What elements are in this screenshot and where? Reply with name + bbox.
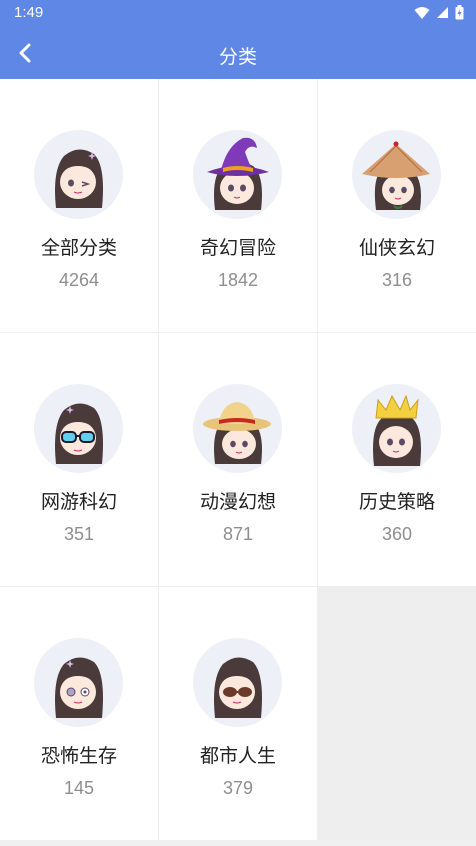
category-name: 网游科幻 [40,491,117,513]
category-name: 奇幻冒险 [199,237,276,259]
status-icons [414,5,464,20]
category-card-horror-survival[interactable]: 恐怖生存 145 [0,587,158,840]
category-name: 动漫幻想 [199,491,276,513]
category-card-anime-fantasy[interactable]: 动漫幻想 871 [159,333,317,586]
crown-girl-avatar-icon [352,384,441,473]
wifi-icon [414,6,430,20]
category-name: 都市人生 [199,745,276,767]
category-card-fantasy-adventure[interactable]: 奇幻冒险 1842 [159,79,317,332]
category-count: 871 [222,524,254,544]
category-name: 全部分类 [40,237,117,259]
battery-icon [455,5,464,20]
goggles-girl-avatar-icon [34,384,123,473]
empty-grid-cell [318,587,476,840]
category-card-xianxia[interactable]: 仙侠玄幻 316 [318,79,476,332]
category-count: 4264 [58,270,100,290]
bamboo-hat-girl-avatar-icon [352,130,441,219]
category-card-history-strategy[interactable]: 历史策略 360 [318,333,476,586]
category-count: 379 [222,778,254,798]
category-card-urban-life[interactable]: 都市人生 379 [159,587,317,840]
navigation-bar: 分类 [0,30,476,79]
category-count: 1842 [217,270,259,290]
category-count: 360 [381,524,413,544]
category-count: 316 [381,270,413,290]
witch-hat-girl-avatar-icon [193,130,282,219]
category-name: 恐怖生存 [40,745,117,767]
page-title: 分类 [218,46,257,68]
category-card-all[interactable]: 全部分类 4264 [0,79,158,332]
signal-icon [436,6,449,19]
girl-avatar-icon [34,130,123,219]
category-name: 历史策略 [358,491,435,513]
straw-hat-girl-avatar-icon [193,384,282,473]
category-grid: 全部分类 4264 奇幻冒险 1842 仙侠玄幻 316 网游科幻 351 动漫… [0,79,476,840]
sunglasses-girl-avatar-icon [193,638,282,727]
category-name: 仙侠玄幻 [358,237,435,259]
status-time: 1:49 [14,4,44,21]
category-count: 351 [63,524,95,544]
app-header: 1:49 分类 [0,0,476,79]
category-count: 145 [63,778,95,798]
category-card-online-scifi[interactable]: 网游科幻 351 [0,333,158,586]
status-bar: 1:49 [0,0,476,26]
eyepatch-girl-avatar-icon [34,638,123,727]
